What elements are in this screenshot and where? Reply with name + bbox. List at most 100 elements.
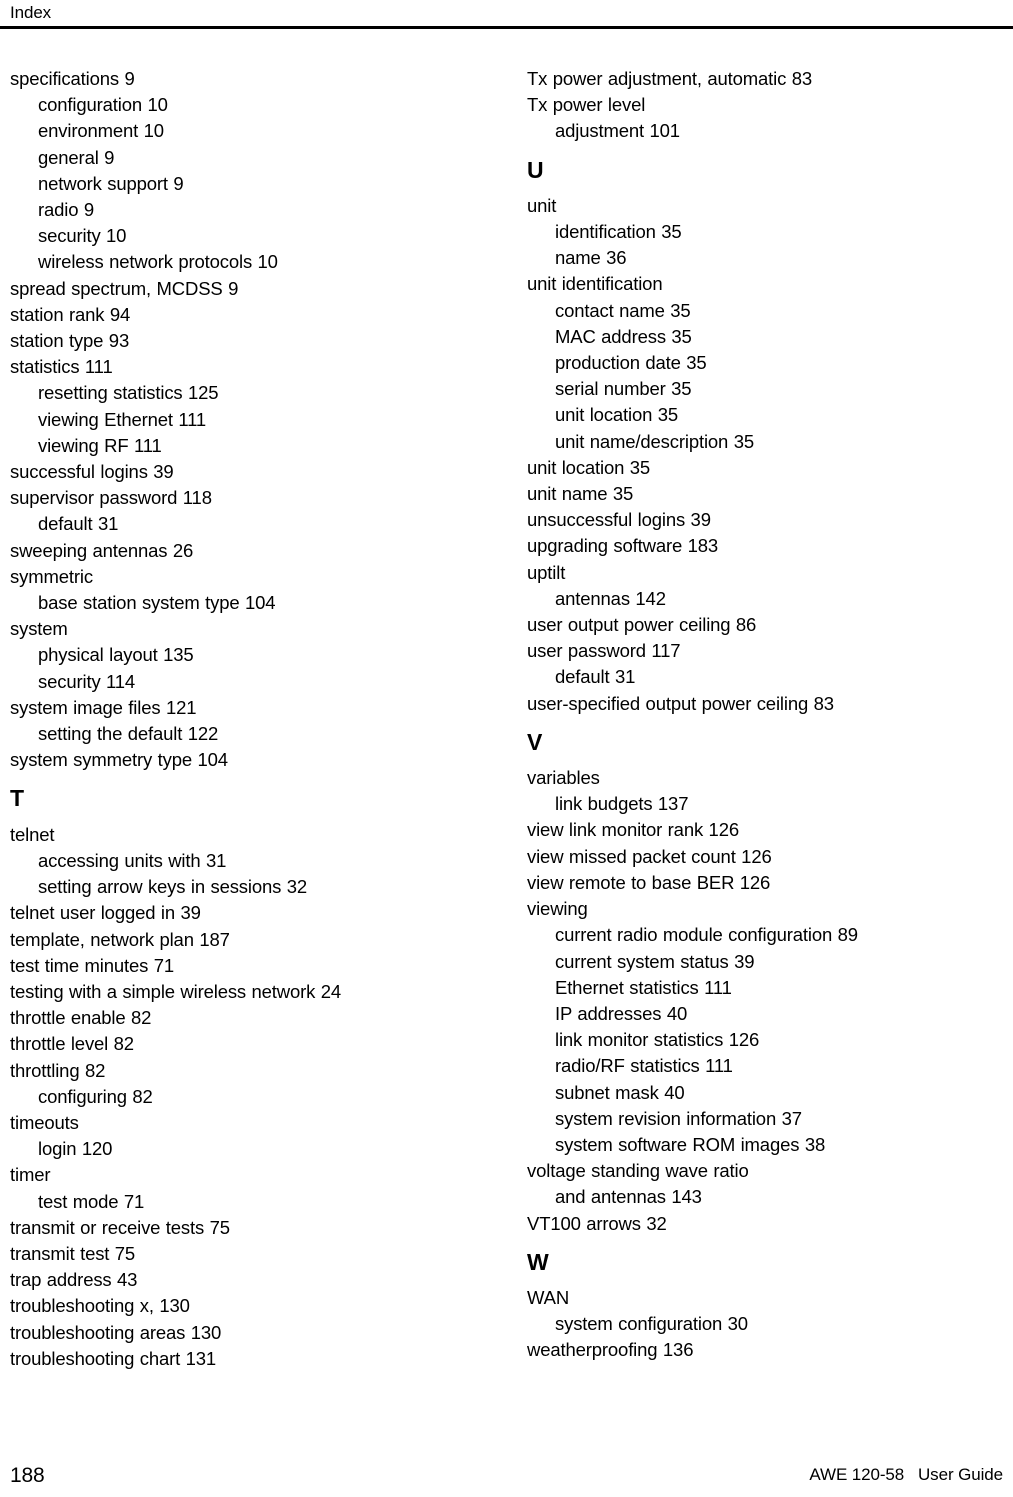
index-entry: unit location 35 — [527, 456, 651, 478]
footer-page-number: 188 — [10, 1464, 45, 1487]
index-subentry: unit name/description 35 — [555, 430, 754, 452]
index-entry: variables — [527, 767, 600, 789]
index-subentry: default 31 — [555, 666, 636, 688]
header-rule — [0, 26, 1013, 29]
index-entry: system image files 121 — [10, 696, 197, 718]
index-entry: spread spectrum, MCDSS 9 — [10, 277, 239, 299]
index-entry: sweeping antennas 26 — [10, 539, 194, 561]
index-entry: user output power ceiling 86 — [527, 614, 757, 636]
index-entry: system symmetry type 104 — [10, 749, 228, 771]
index-subentry: current radio module configuration 89 — [555, 924, 858, 946]
page-header: Index — [0, 0, 1013, 32]
index-entry: throttle enable 82 — [10, 1007, 152, 1029]
index-entry: telnet user logged in 39 — [10, 902, 201, 924]
index-entry: successful logins 39 — [10, 461, 174, 483]
index-column-left: specifications 9 configuration 10 environm… — [10, 66, 480, 1396]
index-subentry: name 36 — [555, 247, 627, 269]
index-entry: Tx power level — [527, 94, 646, 116]
index-entry: statistics 111 — [10, 356, 113, 378]
index-entry: troubleshooting x, 130 — [10, 1295, 190, 1317]
index-subentry: Ethernet statistics 111 — [555, 976, 732, 998]
index-entry: system — [10, 618, 68, 640]
index-entry: template, network plan 187 — [10, 928, 230, 950]
index-subentry: current system status 39 — [555, 950, 755, 972]
index-entry: unit — [527, 194, 557, 216]
index-subentry: identification 35 — [555, 221, 682, 243]
index-entry: transmit test 75 — [10, 1242, 136, 1264]
page-footer: 188 AWE 120-58 User Guide — [0, 1447, 1013, 1497]
index-subentry: adjustment 101 — [555, 120, 680, 142]
index-entry: Tx power adjustment, automatic 83 — [527, 68, 812, 89]
index-entry: supervisor password 118 — [10, 487, 212, 509]
index-subentry: security 10 — [38, 225, 127, 247]
index-entry: user password 117 — [527, 640, 681, 662]
index-columns: specifications 9 configuration 10 environm… — [0, 66, 1013, 1396]
index-entry: troubleshooting chart 131 — [10, 1347, 217, 1369]
alpha-section-heading: T — [10, 785, 25, 812]
index-entry: station rank 94 — [10, 303, 131, 325]
index-subentry: general 9 — [38, 146, 115, 168]
index-entry: weatherproofing 136 — [527, 1339, 694, 1361]
index-subentry: default 31 — [38, 513, 119, 535]
index-subentry: network support 9 — [38, 172, 184, 194]
index-subentry: accessing units with 31 — [38, 849, 227, 871]
index-subentry: antennas 142 — [555, 587, 666, 609]
alpha-section-heading: V — [527, 728, 543, 755]
index-entry: uptilt — [527, 561, 566, 583]
index-subentry: IP addresses 40 — [555, 1002, 688, 1024]
index-subentry: radio 9 — [38, 199, 95, 221]
index-entry: testing with a simple wireless network 2… — [10, 980, 342, 1002]
index-subentry: unit location 35 — [555, 404, 679, 426]
index-subentry: test mode 71 — [38, 1190, 145, 1212]
index-subentry: wireless network protocols 10 — [38, 251, 278, 273]
index-entry: WAN — [527, 1286, 570, 1308]
index-subentry: radio/RF statistics 111 — [555, 1055, 733, 1077]
index-entry: view link monitor rank 126 — [527, 819, 739, 841]
index-entry: timer — [10, 1164, 51, 1186]
alpha-section-heading: W — [527, 1248, 549, 1275]
index-subentry: login 120 — [38, 1138, 113, 1160]
index-entry: troubleshooting areas 130 — [10, 1321, 222, 1343]
index-subentry: environment 10 — [38, 120, 164, 142]
index-subentry: configuring 82 — [38, 1085, 153, 1107]
index-subentry: system software ROM images 38 — [555, 1133, 826, 1155]
index-subentry: base station system type 104 — [38, 592, 276, 614]
index-entry: VT100 arrows 32 — [527, 1212, 667, 1234]
index-entry: trap address 43 — [10, 1269, 138, 1291]
index-entry: test time minutes 71 — [10, 954, 175, 976]
index-page: Index specifications 9 configuration 10 en… — [0, 0, 1013, 1497]
index-entry: unit identification — [527, 273, 663, 295]
index-subentry: setting the default 122 — [38, 723, 219, 745]
index-column-right: Tx power adjustment, automatic 83 Tx powe… — [527, 66, 997, 1396]
index-subentry: viewing RF 111 — [38, 434, 162, 456]
index-subentry: contact name 35 — [555, 299, 691, 321]
index-subentry: system configuration 30 — [555, 1313, 748, 1335]
index-entry: unit name 35 — [527, 483, 634, 505]
index-subentry: security 114 — [38, 670, 136, 692]
footer-document-label: AWE 120-58 User Guide — [809, 1465, 1003, 1484]
index-entry: throttling 82 — [10, 1059, 106, 1081]
index-entry: viewing — [527, 898, 588, 920]
index-entry: transmit or receive tests 75 — [10, 1216, 230, 1238]
index-subentry: and antennas 143 — [555, 1186, 702, 1208]
index-entry: user-specified output power ceiling 83 — [527, 692, 834, 714]
index-entry: view remote to base BER 126 — [527, 871, 771, 893]
index-entry: telnet — [10, 823, 55, 845]
index-subentry: link budgets 137 — [555, 793, 689, 815]
index-entry: specifications 9 — [10, 68, 135, 89]
index-entry: throttle level 82 — [10, 1033, 134, 1055]
running-header-title: Index — [10, 3, 52, 22]
index-subentry: subnet mask 40 — [555, 1081, 685, 1103]
index-subentry: production date 35 — [555, 352, 707, 374]
index-subentry: MAC address 35 — [555, 325, 692, 347]
index-subentry: viewing Ethernet 111 — [38, 408, 207, 430]
index-entry: symmetric — [10, 565, 93, 587]
index-entry: timeouts — [10, 1111, 79, 1133]
alpha-section-heading: U — [527, 156, 544, 183]
index-subentry: link monitor statistics 126 — [555, 1029, 760, 1051]
index-entry: view missed packet count 126 — [527, 845, 772, 867]
index-entry: upgrading software 183 — [527, 535, 719, 557]
index-subentry: system revision information 37 — [555, 1107, 802, 1129]
index-subentry: resetting statistics 125 — [38, 382, 219, 404]
index-subentry: physical layout 135 — [38, 644, 194, 666]
